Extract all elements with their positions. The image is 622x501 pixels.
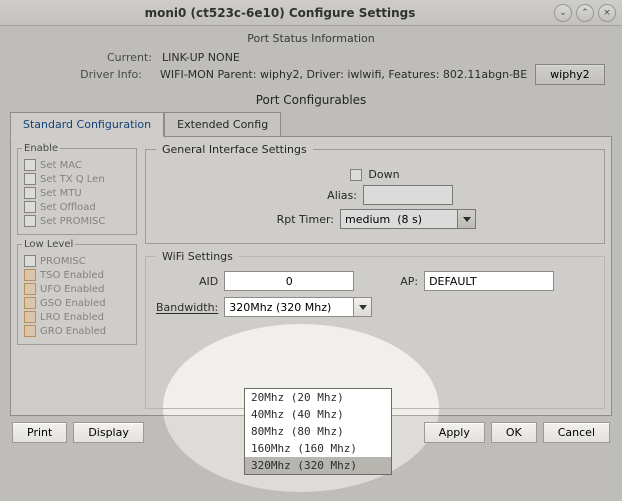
enable-set-mtu[interactable]: Set MTU <box>22 186 132 200</box>
general-settings-group: General Interface Settings Down Alias: R… <box>145 143 605 244</box>
lowlevel-promisc[interactable]: PROMISC <box>22 254 132 268</box>
lowlevel-group: Low Level PROMISC TSO Enabled UFO Enable… <box>17 239 137 345</box>
tab-extended[interactable]: Extended Config <box>164 112 281 137</box>
bandwidth-combo[interactable] <box>224 297 394 317</box>
bandwidth-option[interactable]: 160Mhz (160 Mhz) <box>245 440 391 457</box>
lowlevel-legend: Low Level <box>22 239 75 250</box>
bandwidth-option[interactable]: 40Mhz (40 Mhz) <box>245 406 391 423</box>
enable-set-txqlen[interactable]: Set TX Q Len <box>22 172 132 186</box>
window-controls: ⌄ ⌃ × <box>554 4 616 22</box>
psi-current-label: Current: <box>74 51 162 64</box>
wifi-settings-group: WiFi Settings AID AP: Bandwidth: <box>145 250 605 409</box>
checkbox-icon <box>24 173 36 185</box>
checkbox-icon <box>24 159 36 171</box>
configurables-title: Port Configurables <box>10 93 612 107</box>
checkbox-icon <box>24 269 36 281</box>
enable-set-mac[interactable]: Set MAC <box>22 158 132 172</box>
rpt-timer-combo[interactable] <box>340 209 476 229</box>
wifi-legend: WiFi Settings <box>156 250 239 263</box>
enable-group: Enable Set MAC Set TX Q Len Set MTU Set … <box>17 143 137 235</box>
checkbox-icon <box>24 325 36 337</box>
checkbox-icon <box>24 283 36 295</box>
rpt-timer-value[interactable] <box>340 209 458 229</box>
down-label: Down <box>368 168 399 181</box>
bandwidth-value[interactable] <box>224 297 354 317</box>
bandwidth-option[interactable]: 80Mhz (80 Mhz) <box>245 423 391 440</box>
aid-input[interactable] <box>224 271 354 291</box>
tab-panel-standard: Enable Set MAC Set TX Q Len Set MTU Set … <box>10 136 612 416</box>
window-title: moni0 (ct523c-6e10) Configure Settings <box>6 6 554 20</box>
bandwidth-label: Bandwidth: <box>156 301 218 314</box>
titlebar: moni0 (ct523c-6e10) Configure Settings ⌄… <box>0 0 622 26</box>
lowlevel-tso[interactable]: TSO Enabled <box>22 268 132 282</box>
checkbox-icon <box>24 297 36 309</box>
alias-input[interactable] <box>363 185 453 205</box>
checkbox-icon <box>24 201 36 213</box>
display-button[interactable]: Display <box>73 422 144 443</box>
enable-set-offload[interactable]: Set Offload <box>22 200 132 214</box>
aid-label: AID <box>156 275 218 288</box>
apply-button[interactable]: Apply <box>424 422 485 443</box>
psi-driver-label: Driver Info: <box>74 68 152 81</box>
psi-driver-value: WIFI-MON Parent: wiphy2, Driver: iwlwifi… <box>160 68 527 81</box>
wiphy-button[interactable]: wiphy2 <box>535 64 605 85</box>
general-legend: General Interface Settings <box>156 143 313 156</box>
ap-input[interactable] <box>424 271 554 291</box>
bandwidth-option-selected[interactable]: 320Mhz (320 Mhz) <box>245 457 391 474</box>
enable-legend: Enable <box>22 143 60 154</box>
checkbox-icon <box>24 255 36 267</box>
chevron-down-icon[interactable] <box>354 297 372 317</box>
rpt-timer-label: Rpt Timer: <box>274 213 334 226</box>
down-checkbox[interactable] <box>350 169 362 181</box>
close-button[interactable]: × <box>598 4 616 22</box>
psi-section-title: Port Status Information <box>10 32 612 45</box>
cancel-button[interactable]: Cancel <box>543 422 610 443</box>
tab-bar: Standard Configuration Extended Config <box>10 111 612 136</box>
checkbox-icon <box>24 215 36 227</box>
maximize-button[interactable]: ⌃ <box>576 4 594 22</box>
lowlevel-lro[interactable]: LRO Enabled <box>22 310 132 324</box>
print-button[interactable]: Print <box>12 422 67 443</box>
psi-current-value: LINK-UP NONE <box>162 51 612 64</box>
checkbox-icon <box>24 311 36 323</box>
lowlevel-ufo[interactable]: UFO Enabled <box>22 282 132 296</box>
alias-label: Alias: <box>297 189 357 202</box>
lowlevel-gro[interactable]: GRO Enabled <box>22 324 132 338</box>
lowlevel-gso[interactable]: GSO Enabled <box>22 296 132 310</box>
minimize-button[interactable]: ⌄ <box>554 4 572 22</box>
enable-set-promisc[interactable]: Set PROMISC <box>22 214 132 228</box>
tab-standard[interactable]: Standard Configuration <box>10 112 164 137</box>
bandwidth-option[interactable]: 20Mhz (20 Mhz) <box>245 389 391 406</box>
ok-button[interactable]: OK <box>491 422 537 443</box>
chevron-down-icon[interactable] <box>458 209 476 229</box>
ap-label: AP: <box>400 275 418 288</box>
checkbox-icon <box>24 187 36 199</box>
bandwidth-dropdown[interactable]: 20Mhz (20 Mhz) 40Mhz (40 Mhz) 80Mhz (80 … <box>244 388 392 475</box>
